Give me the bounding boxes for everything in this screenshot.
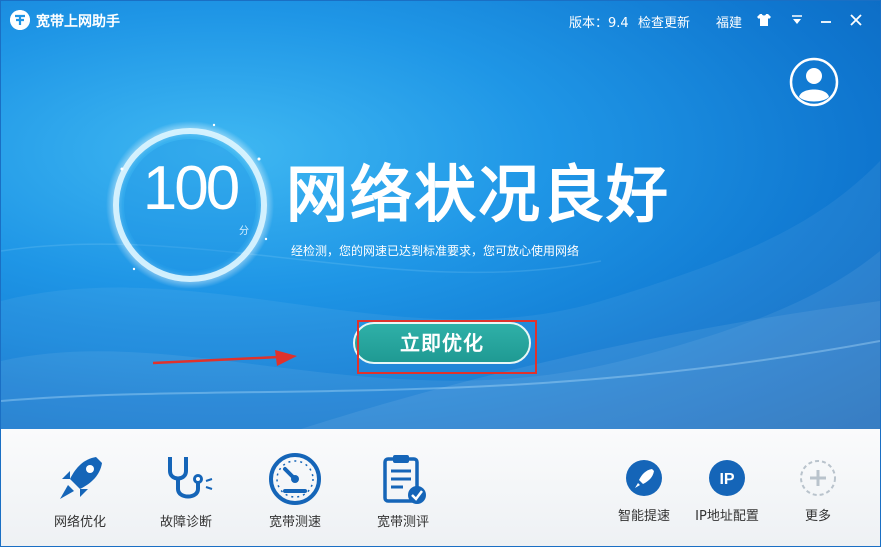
shortcut-more[interactable]: 更多: [778, 459, 858, 524]
user-avatar-icon[interactable]: [789, 57, 839, 107]
minimize-icon[interactable]: [817, 11, 835, 29]
tool-fault-diagnosis[interactable]: 故障诊断: [141, 449, 231, 530]
close-icon[interactable]: [847, 11, 865, 29]
status-panel: 宽带上网助手 版本：9.4 检查更新 福建 100 分 网络状况良好 经检测，您…: [1, 1, 880, 429]
status-description: 经检测，您的网速已达到标准要求，您可放心使用网络: [291, 244, 580, 258]
tool-broadband-evaluation[interactable]: 宽带测评: [358, 449, 448, 530]
check-update-link[interactable]: 检查更新: [638, 12, 690, 31]
score-value: 100: [142, 154, 240, 223]
stethoscope-icon: [168, 457, 213, 499]
ip-badge-icon: IP: [709, 460, 745, 496]
app-window: 宽带上网助手 版本：9.4 检查更新 福建 100 分 网络状况良好 经检测，您…: [0, 0, 881, 547]
title-bar: 宽带上网助手 版本：9.4 检查更新 福建: [1, 1, 880, 39]
shortcut-label: 更多: [804, 509, 831, 524]
app-title: 宽带上网助手: [36, 14, 120, 30]
status-headline: 网络状况良好: [286, 158, 671, 231]
clipboard-check-icon: [383, 455, 426, 504]
pointer-arrow-icon: [152, 350, 297, 366]
speedometer-icon: [269, 453, 321, 505]
skin-icon[interactable]: [755, 11, 773, 29]
shortcut-label: 智能提速: [617, 509, 670, 524]
shortcut-smart-speedup[interactable]: 智能提速: [604, 459, 684, 524]
app-logo-icon: [10, 10, 30, 30]
plus-circle-icon: [800, 460, 836, 496]
shortcut-label: IP地址配置: [695, 509, 759, 524]
region-selector[interactable]: 福建: [716, 12, 742, 31]
rocket-icon: [60, 457, 102, 499]
tool-network-optimize[interactable]: 网络优化: [35, 449, 125, 530]
tool-label: 宽带测速: [268, 515, 321, 530]
tool-bar: 网络优化 故障诊断 宽带测速 宽带测评 智能提速 IP IP地址配置 更多: [1, 429, 880, 546]
tool-speed-test[interactable]: 宽带测速: [250, 449, 340, 530]
shortcut-ip-config[interactable]: IP IP地址配置: [687, 459, 767, 524]
tool-label: 网络优化: [53, 515, 106, 530]
tool-label: 宽带测评: [376, 515, 429, 530]
rocket-badge-icon: [626, 460, 662, 496]
tool-label: 故障诊断: [159, 515, 212, 530]
ip-badge-glyph: IP: [719, 471, 734, 488]
version-label: 版本：9.4: [569, 16, 629, 31]
score-unit: 分: [239, 226, 249, 237]
menu-dropdown-icon[interactable]: [788, 11, 806, 29]
highlight-box: [357, 320, 537, 374]
